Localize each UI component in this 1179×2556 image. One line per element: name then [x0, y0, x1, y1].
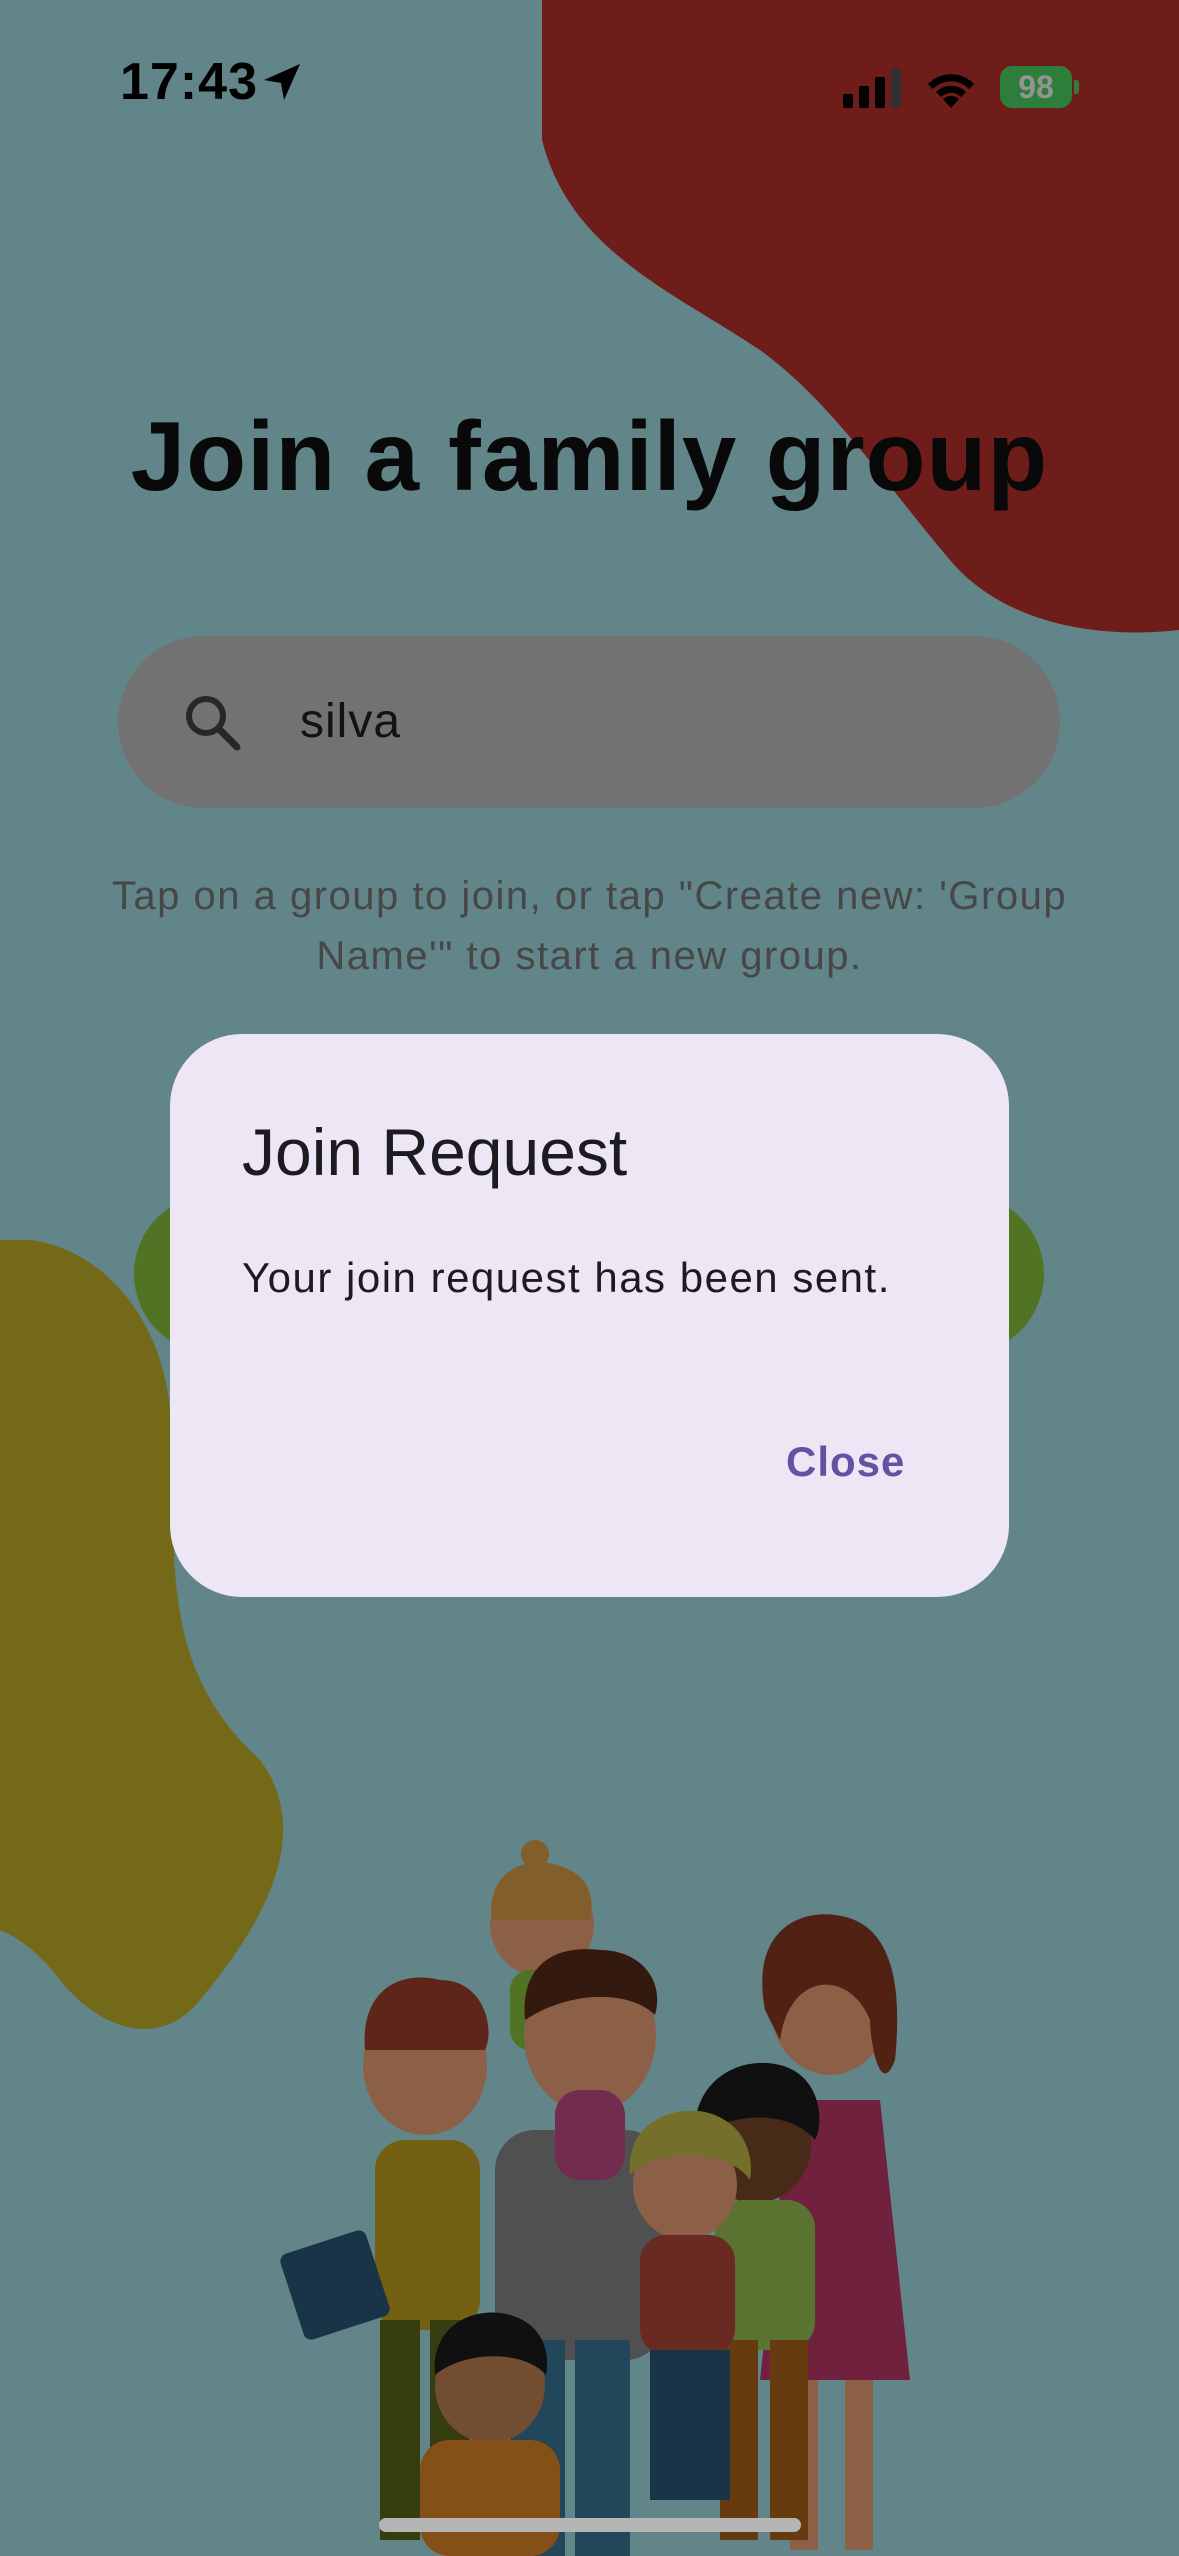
close-button[interactable]: Close [770, 1428, 921, 1496]
dialog-title: Join Request [242, 1115, 628, 1189]
home-indicator[interactable] [379, 2518, 801, 2532]
dialog-message: Your join request has been sent. [242, 1254, 891, 1301]
screen: 17:43 98 Join a family group silva Tap o… [0, 0, 1179, 2556]
join-request-dialog: Join Request Your join request has been … [170, 1034, 1009, 1597]
